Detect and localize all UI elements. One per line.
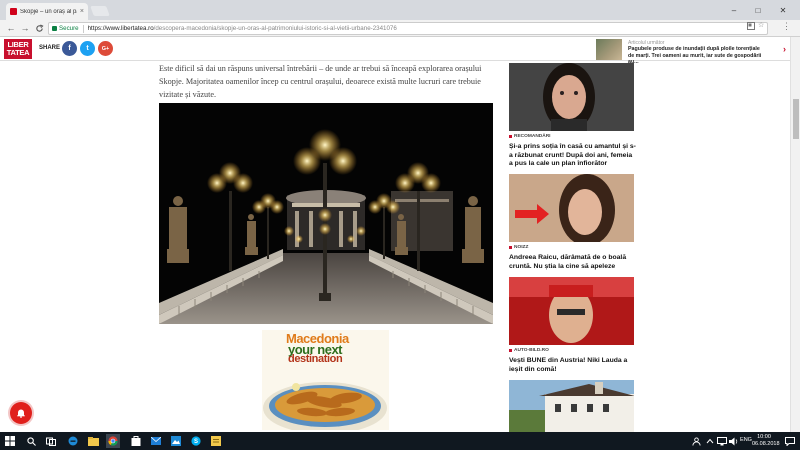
next-article-title: Pagubele produse de inundații după ploil… — [628, 46, 762, 65]
network-icon[interactable] — [716, 435, 728, 447]
fried-fish-plate-illustration — [263, 382, 387, 430]
article-hero-photo[interactable] — [159, 103, 493, 324]
browser-tab[interactable]: Skopje – un oraș al patri × — [6, 3, 88, 20]
bookmark-star-icon[interactable]: ☆ — [758, 21, 764, 29]
address-bar[interactable]: Secure https://www.libertatea.ro /descop… — [48, 22, 768, 35]
secure-label: Secure — [59, 25, 79, 32]
task-view-icon[interactable] — [45, 435, 57, 447]
clock-date: 06.08.2018 — [752, 441, 780, 447]
store-icon[interactable] — [130, 435, 142, 447]
scrollbar-thumb[interactable] — [793, 99, 799, 139]
people-icon[interactable] — [690, 435, 702, 447]
bell-icon — [17, 409, 25, 418]
reload-button[interactable] — [33, 22, 45, 34]
window-close-button[interactable]: ✕ — [772, 0, 794, 20]
mail-icon[interactable] — [150, 435, 162, 447]
clock-time: 10:00 — [757, 434, 771, 440]
google-plus-share-button[interactable]: G+ — [98, 41, 113, 56]
share-label: SHARE — [39, 45, 61, 51]
new-tab-button[interactable] — [90, 6, 110, 16]
browser-menu-icon[interactable]: ⋮ — [782, 21, 791, 32]
chevron-up-icon[interactable] — [704, 435, 716, 447]
tab-close-icon[interactable]: × — [80, 8, 84, 15]
back-button[interactable]: ← — [5, 22, 17, 34]
forward-button[interactable]: → — [19, 22, 31, 34]
sidebar-title-2[interactable]: Andreea Raicu, dărâmată de o boală crunt… — [509, 254, 637, 271]
chevron-right-icon[interactable]: › — [783, 44, 786, 54]
sidebar-kicker-2: NOIZZ — [509, 245, 528, 250]
next-article-thumbnail — [596, 39, 622, 60]
tab-title: Skopje – un oraș al patri — [20, 8, 77, 15]
site-header: LIBER TATEA SHARE f t G+ Articolul următ… — [0, 37, 790, 65]
photos-icon[interactable] — [170, 435, 182, 447]
browser-tab-strip: Skopje – un oraș al patri × – □ ✕ — [0, 0, 800, 20]
edge-browser-icon[interactable] — [67, 435, 79, 447]
translate-icon[interactable] — [747, 22, 755, 32]
file-explorer-icon[interactable] — [87, 435, 99, 447]
lock-icon — [52, 26, 57, 31]
macedonia-ad-banner[interactable]: Macedonia your next destination — [262, 330, 389, 430]
browser-toolbar: ← → Secure https://www.libertatea.ro /de… — [0, 20, 800, 37]
next-article-promo[interactable]: Articolul următor Pagubele produse de in… — [596, 39, 790, 65]
site-logo[interactable]: LIBER TATEA — [4, 39, 32, 59]
action-center-icon[interactable] — [784, 435, 796, 447]
url-path: /descopera-macedonia/skopje-un-oras-al-p… — [153, 25, 397, 32]
search-icon[interactable] — [25, 435, 37, 447]
url-host: https://www.libertatea.ro — [87, 25, 154, 32]
page-scrollbar[interactable] — [790, 37, 800, 432]
secure-indicator[interactable]: Secure — [52, 25, 79, 32]
sidebar-thumbnail-3[interactable] — [509, 277, 634, 345]
sidebar-kicker-1: RECOMANDĂRI — [509, 134, 551, 139]
windows-start-icon[interactable] — [4, 435, 16, 447]
window-minimize-button[interactable]: – — [723, 0, 745, 20]
notification-bell-button[interactable] — [10, 402, 32, 424]
bridge-night-illustration — [159, 103, 493, 324]
sidebar-thumbnail-4[interactable] — [509, 380, 634, 432]
system-clock[interactable]: 10:00 06.08.2018 — [752, 434, 780, 448]
site-favicon-icon — [10, 8, 17, 15]
chrome-taskbar-icon[interactable] — [106, 434, 120, 448]
facebook-share-button[interactable]: f — [62, 41, 77, 56]
window-maximize-button[interactable]: □ — [747, 0, 769, 20]
article-intro-paragraph: Este dificil să dai un răspuns universal… — [159, 64, 482, 99]
sidebar-title-3[interactable]: Vești BUNE din Austria! Niki Lauda a ieș… — [509, 357, 637, 374]
sidebar-thumbnail-1[interactable] — [509, 63, 634, 131]
sidebar-title-1[interactable]: Și-a prins soția în casă cu amantul și s… — [509, 143, 637, 169]
reload-icon — [35, 23, 44, 32]
sidebar-thumbnail-2[interactable] — [509, 174, 634, 242]
windows-taskbar: S ENG 10:00 06.08.2018 — [0, 432, 800, 450]
svg-text:S: S — [194, 439, 198, 445]
twitter-share-button[interactable]: t — [80, 41, 95, 56]
skype-icon[interactable]: S — [190, 435, 202, 447]
sticky-notes-icon[interactable] — [210, 435, 222, 447]
sidebar-kicker-3: AUTO-BILD.RO — [509, 348, 549, 353]
